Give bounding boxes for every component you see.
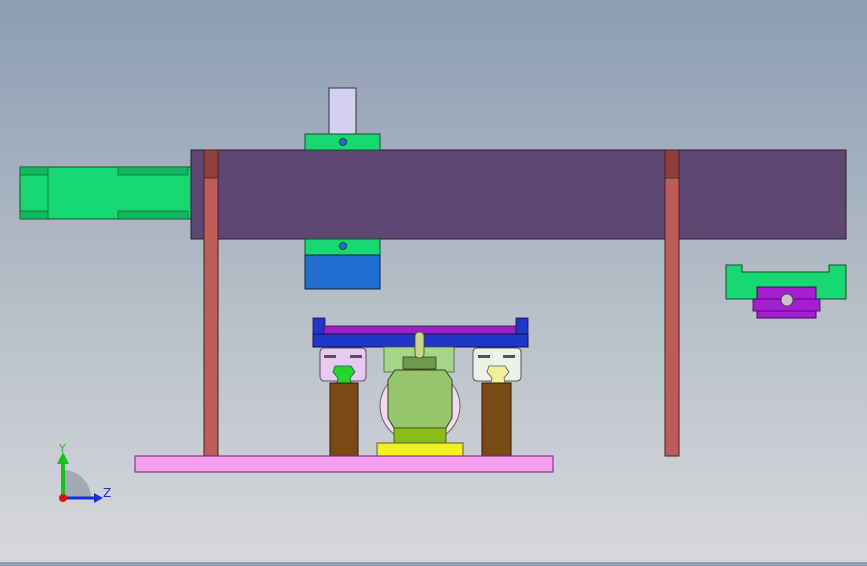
cad-viewport[interactable]: Y Z (0, 0, 867, 562)
assembly-drawing (19, 87, 847, 503)
motor-assembly[interactable] (376, 331, 464, 457)
coordinate-triad (57, 452, 103, 503)
x-axis-origin (59, 494, 67, 502)
support-column-left[interactable] (329, 382, 359, 457)
linear-actuator-left[interactable] (19, 166, 193, 220)
main-beam[interactable] (190, 149, 847, 240)
support-column-right[interactable] (481, 382, 512, 457)
frame-post-right[interactable] (664, 149, 680, 457)
z-axis-label: Z (103, 486, 112, 500)
rail-carriage-right[interactable] (725, 264, 847, 319)
y-axis-label: Y (59, 442, 66, 455)
frame-post-left[interactable] (203, 149, 219, 457)
base-plate[interactable] (134, 455, 554, 473)
guide-block-right[interactable] (472, 347, 522, 387)
guide-block-left[interactable] (319, 347, 367, 387)
